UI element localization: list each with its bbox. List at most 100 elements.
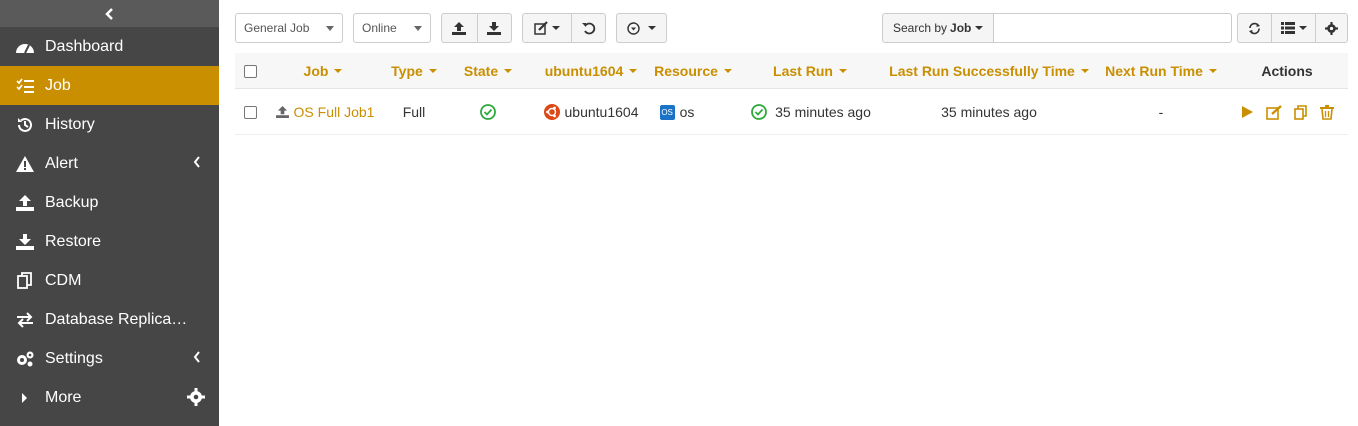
ubuntu-icon [543, 104, 560, 120]
table-options-group [1237, 13, 1348, 43]
sidebar-item-label: Job [45, 76, 71, 94]
column-header-host[interactable]: ubuntu1604 [535, 53, 647, 89]
run-options-dropdown-button[interactable] [617, 14, 666, 42]
exchange-icon [15, 310, 35, 330]
run-options-group [616, 13, 667, 43]
status-select-value: Online [362, 21, 397, 35]
column-header-label: Type [391, 63, 423, 79]
sidebar-item-label: Restore [45, 232, 102, 250]
actions-cell [1230, 89, 1344, 135]
check-circle-icon [480, 104, 496, 120]
edit-dropdown-button[interactable] [523, 14, 571, 42]
copy-icon [15, 271, 35, 291]
last-run-value: 35 minutes ago [775, 104, 871, 120]
gear-icon [1325, 21, 1338, 35]
chevron-left-icon [193, 156, 200, 168]
dropdown-caret-icon [552, 26, 560, 30]
import-button[interactable] [442, 14, 477, 42]
column-header-resource[interactable]: Resource [649, 53, 737, 89]
dropdown-caret-icon [648, 26, 656, 30]
play-icon[interactable] [1240, 105, 1254, 119]
search-by-dropdown[interactable]: Search by Job [882, 13, 994, 43]
column-header-label: Next Run Time [1105, 63, 1203, 79]
job-name-link[interactable]: OS Full Job1 [294, 104, 375, 120]
select-all-checkbox[interactable] [243, 64, 257, 78]
jobs-table: Job Type State ubuntu1604 Resource Last … [235, 53, 1348, 135]
os-badge-icon: OS [659, 104, 675, 120]
sort-caret-icon [723, 69, 732, 73]
toolbar: General Job Online Search by Job [235, 13, 1348, 43]
column-header-last-run[interactable]: Last Run [765, 53, 855, 89]
sidebar-collapse-button[interactable] [0, 0, 219, 27]
sort-caret-icon [838, 69, 847, 73]
sidebar-item-label: Alert [45, 154, 78, 172]
refresh-button[interactable] [1238, 14, 1271, 42]
undo-icon [581, 22, 595, 35]
sidebar-item-label: More [45, 388, 82, 406]
chevron-left-icon [104, 7, 113, 20]
column-header-label: ubuntu1604 [544, 63, 624, 79]
sidebar-item-job[interactable]: Job [0, 66, 219, 105]
trash-icon[interactable] [1320, 104, 1334, 120]
column-header-job[interactable]: Job [273, 53, 373, 89]
export-button[interactable] [476, 14, 512, 42]
check-circle-icon [751, 104, 768, 120]
sort-caret-icon [1208, 69, 1217, 73]
sort-caret-icon [334, 69, 343, 73]
sidebar-item-label: History [45, 115, 95, 133]
list-icon [1280, 22, 1295, 34]
warning-icon [15, 154, 35, 174]
sidebar-item-dashboard[interactable]: Dashboard [0, 27, 219, 66]
circle-arrow-down-icon [627, 21, 640, 35]
sort-caret-icon [629, 69, 638, 73]
upload-icon [15, 193, 35, 213]
upload-icon [275, 106, 289, 118]
column-header-label: State [463, 63, 499, 79]
job-type-select[interactable]: General Job [235, 13, 343, 43]
table-row: OS Full Job1 Full ubuntu1604 OS os 35 mi… [235, 89, 1348, 135]
last-success-value: 35 minutes ago [941, 104, 1037, 120]
sidebar-item-label: Dashboard [45, 37, 124, 55]
table-settings-button[interactable] [1315, 14, 1347, 42]
edit-group [522, 13, 606, 43]
sidebar-item-database-replication[interactable]: Database Replica… [0, 300, 219, 339]
search-input[interactable] [993, 13, 1232, 43]
undo-button[interactable] [571, 14, 605, 42]
column-header-state[interactable]: State [455, 53, 521, 89]
sidebar-item-label: Backup [45, 193, 99, 211]
column-header-label: Resource [654, 63, 718, 79]
host-cell: ubuntu1604 [535, 89, 647, 135]
sidebar-item-backup[interactable]: Backup [0, 183, 219, 222]
sidebar-item-settings[interactable]: Settings [0, 339, 219, 378]
sidebar-item-restore[interactable]: Restore [0, 222, 219, 261]
edit-icon [534, 21, 548, 35]
column-header-label: Last Run Successfully Time [889, 63, 1075, 79]
last-success-cell: 35 minutes ago [885, 89, 1093, 135]
gear-icon[interactable] [187, 388, 205, 406]
dropdown-caret-icon [326, 26, 334, 31]
select-all-cell [235, 53, 265, 89]
table-header: Job Type State ubuntu1604 Resource Last … [235, 53, 1348, 89]
chevron-left-icon [193, 351, 200, 363]
sidebar: Dashboard Job History Alert Backup Resto… [0, 0, 219, 426]
download-icon [487, 21, 502, 35]
sidebar-item-cdm[interactable]: CDM [0, 261, 219, 300]
columns-dropdown-button[interactable] [1271, 14, 1315, 42]
sidebar-item-label: Settings [45, 349, 103, 367]
dropdown-caret-icon [975, 26, 984, 30]
job-cell: OS Full Job1 [271, 89, 379, 135]
upload-icon [452, 21, 467, 35]
row-checkbox[interactable] [243, 105, 257, 119]
download-icon [15, 232, 35, 252]
edit-icon[interactable] [1266, 104, 1282, 120]
sort-caret-icon [428, 69, 437, 73]
sidebar-item-history[interactable]: History [0, 105, 219, 144]
column-header-next-run[interactable]: Next Run Time [1101, 53, 1221, 89]
status-select[interactable]: Online [353, 13, 431, 43]
sidebar-item-more[interactable]: More [0, 378, 219, 417]
column-header-last-success[interactable]: Last Run Successfully Time [885, 53, 1093, 89]
sidebar-item-alert[interactable]: Alert [0, 144, 219, 183]
sidebar-item-label: CDM [45, 271, 82, 289]
column-header-type[interactable]: Type [378, 53, 450, 89]
copy-icon[interactable] [1294, 104, 1308, 120]
